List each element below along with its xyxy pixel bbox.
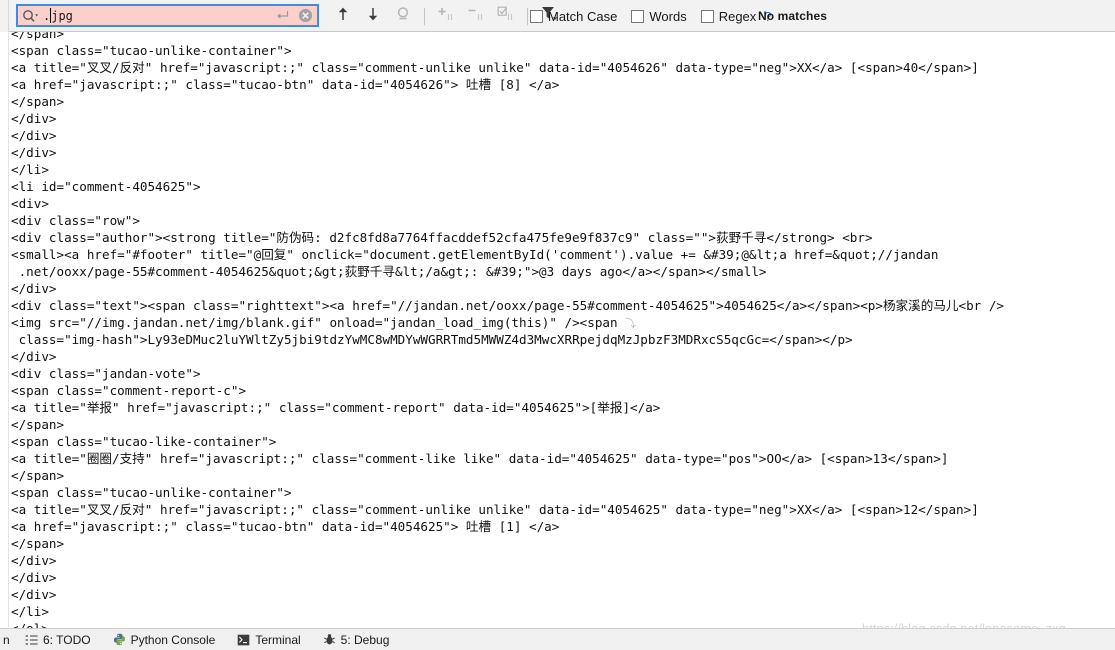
soft-wrap-icon: ⤵	[625, 317, 637, 330]
code-line: <small><a href="#footer" title="@回复" onc…	[11, 247, 939, 262]
remove-selection-occurrence-button[interactable]	[463, 4, 489, 28]
select-all-occurrences-button[interactable]	[493, 4, 519, 28]
find-all-button[interactable]	[390, 4, 416, 28]
code-line: </div>	[11, 111, 57, 126]
code-line: <span class="comment-report-c">	[11, 383, 247, 398]
code-line: </div>	[11, 128, 57, 143]
find-status-message: No matches	[758, 9, 828, 23]
arrow-up-icon	[336, 6, 350, 27]
code-line: <img src="//img.jandan.net/img/blank.gif…	[11, 315, 637, 330]
check-selection-icon	[497, 6, 515, 27]
bug-icon	[323, 633, 336, 646]
code-line: <a href="javascript:;" class="tucao-btn"…	[11, 519, 560, 534]
code-line: </span>	[11, 417, 65, 432]
status-bar-item-todo[interactable]: 6: TODO	[25, 633, 91, 647]
plus-selection-icon	[437, 6, 455, 27]
code-line: <div>	[11, 196, 49, 211]
code-line: </span>	[11, 468, 65, 483]
code-line: </li>	[11, 604, 49, 619]
editor-gutter	[0, 32, 9, 628]
regex-label: Regex	[718, 8, 757, 24]
code-line: <div class="text"><span class="righttext…	[11, 298, 1004, 313]
code-line: </div>	[11, 587, 57, 602]
code-line: <a title="叉叉/反对" href="javascript:;" cla…	[11, 502, 979, 517]
arrow-down-icon	[366, 6, 380, 27]
status-bar-item-debug-label: 5: Debug	[340, 632, 390, 647]
status-bar-left-fragment: n	[3, 632, 10, 647]
code-line: </div>	[11, 570, 57, 585]
find-toolbar-buttons	[328, 0, 564, 32]
search-value-after-caret: jpg	[51, 8, 73, 23]
status-bar: n 6: TODO Python Console Terminal 5: Deb…	[0, 628, 1115, 650]
code-line: <li id="comment-4054625">	[11, 179, 201, 194]
code-line: </div>	[11, 553, 57, 568]
search-input-field[interactable]: . jpg	[16, 4, 319, 27]
code-line: </span>	[11, 94, 65, 109]
find-options: Match Case Words Regex ?	[530, 0, 772, 32]
code-line: </ol>	[11, 620, 1004, 628]
code-line: <span class="tucao-unlike-container">	[11, 485, 292, 500]
match-case-label: Match Case	[548, 8, 618, 24]
code-line: class="img-hash">Ly93eDMuc2luYWltZy5jbi9…	[11, 332, 853, 347]
code-line: <a title="圈圈/支持" href="javascript:;" cla…	[11, 451, 949, 466]
regex-option[interactable]: Regex	[700, 8, 757, 24]
clear-circle-icon[interactable]	[293, 6, 317, 25]
match-case-checkbox[interactable]	[530, 9, 543, 23]
todo-list-icon	[25, 634, 38, 646]
find-previous-button[interactable]	[330, 4, 356, 28]
search-input-text[interactable]: . jpg	[42, 6, 271, 25]
status-bar-item-python-console-label: Python Console	[130, 632, 216, 647]
code-line: </div>	[11, 281, 57, 296]
code-line: <div class="author"><strong title="防伪码: …	[11, 230, 873, 245]
toolbar-gutter-strip	[0, 0, 9, 32]
code-line: <div class="jandan-vote">	[11, 366, 201, 381]
minus-selection-icon	[467, 6, 485, 27]
code-line: <a title="叉叉/反对" href="javascript:;" cla…	[11, 60, 979, 75]
find-next-button[interactable]	[360, 4, 386, 28]
status-bar-item-terminal-label: Terminal	[255, 632, 301, 647]
toolbar-divider-1	[424, 7, 425, 25]
code-line: <span class="tucao-like-container">	[11, 434, 277, 449]
words-option[interactable]: Words	[631, 8, 687, 24]
match-case-option[interactable]: Match Case	[530, 9, 617, 24]
status-bar-item-debug[interactable]: 5: Debug	[323, 632, 390, 647]
code-line: <span class="tucao-unlike-container">	[11, 43, 292, 58]
code-line: </div>	[11, 145, 57, 160]
pycharm-window: . jpg Match Case Words Regex ? No matche…	[0, 0, 1115, 650]
code-line: <div class="row">	[11, 213, 140, 228]
python-icon	[113, 633, 126, 646]
code-line: </div>	[11, 349, 57, 364]
search-value-before-caret: .	[43, 8, 51, 23]
code-line: </span>	[11, 32, 65, 41]
regex-checkbox[interactable]	[700, 9, 714, 23]
code-line: <a href="javascript:;" class="tucao-btn"…	[11, 77, 560, 92]
add-selection-next-occurrence-button[interactable]	[433, 4, 459, 28]
editor-code-content[interactable]: </span> <span class="tucao-unlike-contain…	[11, 32, 1004, 628]
search-icon[interactable]	[18, 6, 42, 25]
toolbar-divider-2	[527, 7, 528, 25]
status-bar-item-terminal[interactable]: Terminal	[237, 632, 301, 647]
status-bar-item-python-console[interactable]: Python Console	[113, 632, 216, 647]
status-bar-item-todo-label: 6: TODO	[43, 632, 91, 647]
code-line: <a title="举报" href="javascript:;" class=…	[11, 400, 661, 415]
magnifier-multi-icon	[395, 6, 412, 27]
code-line: </span>	[11, 536, 65, 551]
code-line: </li>	[11, 162, 49, 177]
code-line: .net/ooxx/page-55#comment-4054625&quot;&…	[11, 264, 767, 279]
words-checkbox[interactable]	[631, 9, 645, 23]
return-arrow-icon	[271, 6, 293, 25]
terminal-icon	[237, 634, 250, 646]
code-editor[interactable]: </span> <span class="tucao-unlike-contain…	[0, 32, 1115, 628]
words-label: Words	[649, 8, 687, 24]
find-toolbar: . jpg Match Case Words Regex ? No matche…	[0, 0, 1115, 32]
